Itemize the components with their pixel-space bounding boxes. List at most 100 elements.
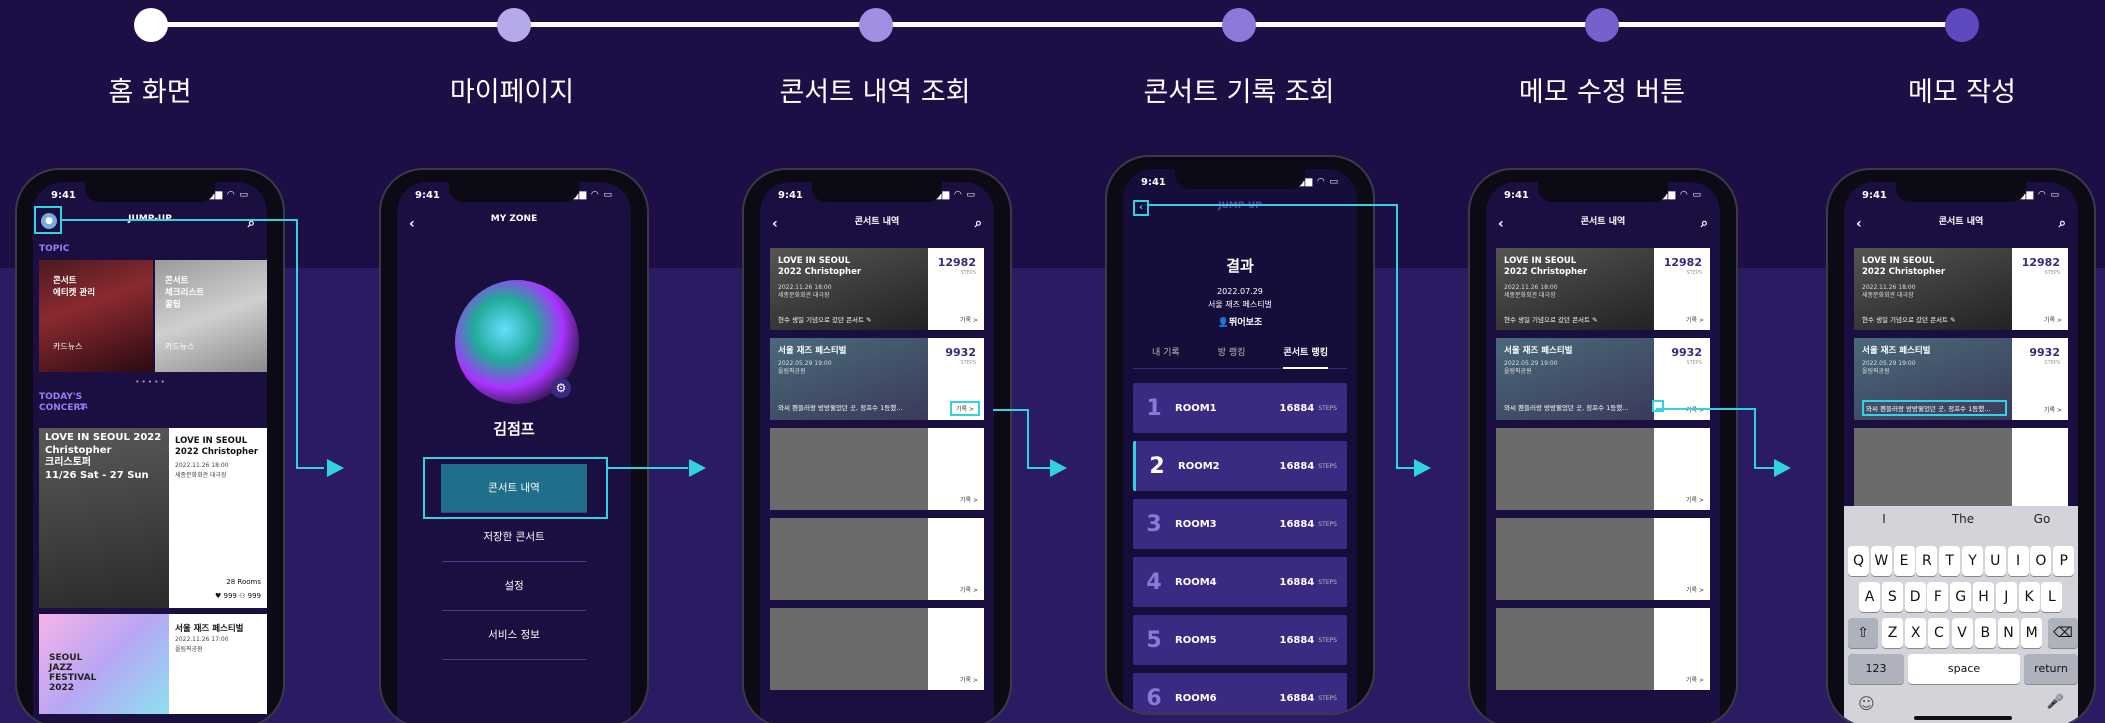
history-card-2[interactable]: 서울 재즈 페스티벌 2022.05.29 19:00 올림픽공원 와씨 펜들러… xyxy=(770,338,984,420)
emoji-icon[interactable]: ☺ xyxy=(1858,694,1875,713)
history-card-5[interactable]: 기록 > xyxy=(1496,608,1710,690)
memo-write-screen: 9:41 ▂▄▆ ◠ ▭ ‹ 콘서트 내역 ⌕ LOVE IN SEOUL 202… xyxy=(1844,182,2078,723)
topic-card-tag: 카드뉴스 xyxy=(165,342,195,351)
rank-number: 4 xyxy=(1146,569,1162,595)
return-key[interactable]: return xyxy=(2024,654,2078,684)
key-j[interactable]: J xyxy=(1995,582,2017,612)
card-record-link[interactable]: 기록 > xyxy=(1686,585,1704,594)
status-time: 9:41 xyxy=(415,190,440,201)
edit-memo-icon[interactable]: ✎ xyxy=(1652,400,1664,412)
card-record-link[interactable]: 기록 > xyxy=(960,315,978,324)
back-icon[interactable]: ‹ xyxy=(1498,216,1504,232)
back-icon[interactable]: ‹ xyxy=(1133,200,1149,216)
history-card-1[interactable]: LOVE IN SEOUL 2022 Christopher 2022.11.2… xyxy=(1854,248,2068,330)
space-key[interactable]: space xyxy=(1908,654,2020,684)
suggestion-3[interactable]: Go xyxy=(2002,512,2078,526)
back-icon[interactable]: ‹ xyxy=(772,216,778,232)
tab-room-ranking[interactable]: 방 랭킹 xyxy=(1218,345,1246,368)
numbers-key[interactable]: 123 xyxy=(1848,654,1904,684)
delete-key[interactable]: ⌫ xyxy=(2048,618,2078,648)
key-c[interactable]: C xyxy=(1928,618,1950,648)
ranking-row-4[interactable]: 4 ROOM4 16884 STEPS xyxy=(1133,557,1347,607)
back-icon[interactable]: ‹ xyxy=(1856,216,1862,232)
card-record-link[interactable]: 기록 > xyxy=(2044,315,2062,324)
history-card-4[interactable]: 기록 > xyxy=(770,518,984,600)
ranking-row-6[interactable]: 6 ROOM6 16884 STEPS xyxy=(1133,673,1347,713)
flow-arrow-5 xyxy=(1774,459,1791,477)
search-icon[interactable]: ⌕ xyxy=(1701,216,1708,231)
timeline-line xyxy=(150,22,1962,27)
key-u[interactable]: U xyxy=(1984,546,2006,576)
search-icon[interactable]: ⌕ xyxy=(2059,216,2066,231)
card-record-link[interactable]: 기록 > xyxy=(950,401,980,416)
key-t[interactable]: T xyxy=(1939,546,1961,576)
rank-number: 1 xyxy=(1146,395,1162,421)
key-z[interactable]: Z xyxy=(1882,618,1903,648)
topic-card-1[interactable]: 콘서트 에티켓 관리 카드뉴스 xyxy=(39,260,153,372)
card-record-link[interactable]: 기록 > xyxy=(1686,675,1704,684)
card-record-link[interactable]: 기록 > xyxy=(2044,405,2062,414)
key-l[interactable]: L xyxy=(2041,582,2063,612)
key-q[interactable]: Q xyxy=(1848,546,1869,576)
card-record-link[interactable]: 기록 > xyxy=(960,585,978,594)
card-date: 2022.11.26 18:00 세종문화회관 대극장 xyxy=(1862,284,1916,300)
card-record-link[interactable]: 기록 > xyxy=(1686,495,1704,504)
card-record-link[interactable]: 기록 > xyxy=(960,675,978,684)
history-card-3[interactable] xyxy=(1854,428,2068,510)
history-card-2[interactable]: 서울 재즈 페스티벌 2022.05.29 19:00 올림픽공원 와씨 펜들러… xyxy=(1854,338,2068,420)
key-f[interactable]: F xyxy=(1927,582,1949,612)
ranking-row-2[interactable]: 2 ROOM2 16884 STEPS xyxy=(1133,441,1347,491)
menu-saved-concerts[interactable]: 저장한 콘서트 xyxy=(442,513,586,562)
ranking-row-5[interactable]: 5 ROOM5 16884 STEPS xyxy=(1133,615,1347,665)
topic-card-2[interactable]: 콘서트 체크리스트 꿀팁 카드뉴스 xyxy=(155,260,267,372)
key-b[interactable]: B xyxy=(1974,618,1996,648)
history-card-1[interactable]: LOVE IN SEOUL 2022 Christopher 2022.11.2… xyxy=(770,248,984,330)
ranking-row-1[interactable]: 1 ROOM1 16884 STEPS xyxy=(1133,383,1347,433)
history-card-3[interactable]: 기록 > xyxy=(1496,428,1710,510)
history-card-5[interactable]: 기록 > xyxy=(770,608,984,690)
card-record-link[interactable]: 기록 > xyxy=(960,495,978,504)
key-e[interactable]: E xyxy=(1893,546,1915,576)
card-record-link[interactable]: 기록 > xyxy=(1686,315,1704,324)
back-icon[interactable]: ‹ xyxy=(409,216,415,232)
key-m[interactable]: M xyxy=(2021,618,2043,648)
key-x[interactable]: X xyxy=(1905,618,1927,648)
key-h[interactable]: H xyxy=(1973,582,1994,612)
settings-gear-icon[interactable]: ⚙ xyxy=(551,378,571,398)
tab-concert-ranking[interactable]: 콘서트 랭킹 xyxy=(1283,345,1328,369)
tab-my-record[interactable]: 내 기록 xyxy=(1152,345,1180,368)
card-steps-unit: STEPS xyxy=(2044,270,2060,276)
menu-settings[interactable]: 설정 xyxy=(442,562,586,611)
card-date: 2022.05.29 19:00 올림픽공원 xyxy=(1862,360,1916,376)
history-card-4[interactable]: 기록 > xyxy=(1496,518,1710,600)
key-g[interactable]: G xyxy=(1950,582,1972,612)
menu-service-info[interactable]: 서비스 정보 xyxy=(442,611,586,660)
highlight-concert-history xyxy=(423,457,608,519)
key-y[interactable]: Y xyxy=(1962,546,1983,576)
key-s[interactable]: S xyxy=(1881,582,1903,612)
ranking-row-3[interactable]: 3 ROOM3 16884 STEPS xyxy=(1133,499,1347,549)
history-card-1[interactable]: LOVE IN SEOUL 2022 Christopher 2022.11.2… xyxy=(1496,248,1710,330)
key-i[interactable]: I xyxy=(2007,546,2029,576)
key-r[interactable]: R xyxy=(1916,546,1938,576)
key-a[interactable]: A xyxy=(1859,582,1880,612)
suggestion-1[interactable]: I xyxy=(1844,512,1924,526)
key-n[interactable]: N xyxy=(1998,618,2019,648)
microphone-icon[interactable]: 🎤 xyxy=(2047,694,2064,710)
suggestion-2[interactable]: The xyxy=(1923,512,2003,526)
key-p[interactable]: P xyxy=(2053,546,2075,576)
concert-card-1[interactable]: LOVE IN SEOUL 2022 Christopher 크리스토퍼 11/… xyxy=(39,428,267,608)
shift-key[interactable]: ⇧ xyxy=(1848,618,1878,648)
history-card-3[interactable]: 기록 > xyxy=(770,428,984,510)
memo-input[interactable]: 와씨 펜들러랑 방방뛸었던 곳, 정프수 1등했... xyxy=(1862,400,2007,416)
room-steps: 16884 xyxy=(1279,402,1315,414)
key-k[interactable]: K xyxy=(2018,582,2040,612)
search-icon[interactable]: ⌕ xyxy=(975,216,982,231)
key-o[interactable]: O xyxy=(2030,546,2052,576)
concert-card-2[interactable]: SEOUL JAZZ FESTIVAL 2022 서울 재즈 페스티벌 2022… xyxy=(39,614,267,714)
flow-arrow-4 xyxy=(1414,459,1431,477)
key-d[interactable]: D xyxy=(1904,582,1926,612)
key-v[interactable]: V xyxy=(1951,618,1973,648)
room-name: ROOM4 xyxy=(1175,576,1217,588)
key-w[interactable]: W xyxy=(1870,546,1892,576)
